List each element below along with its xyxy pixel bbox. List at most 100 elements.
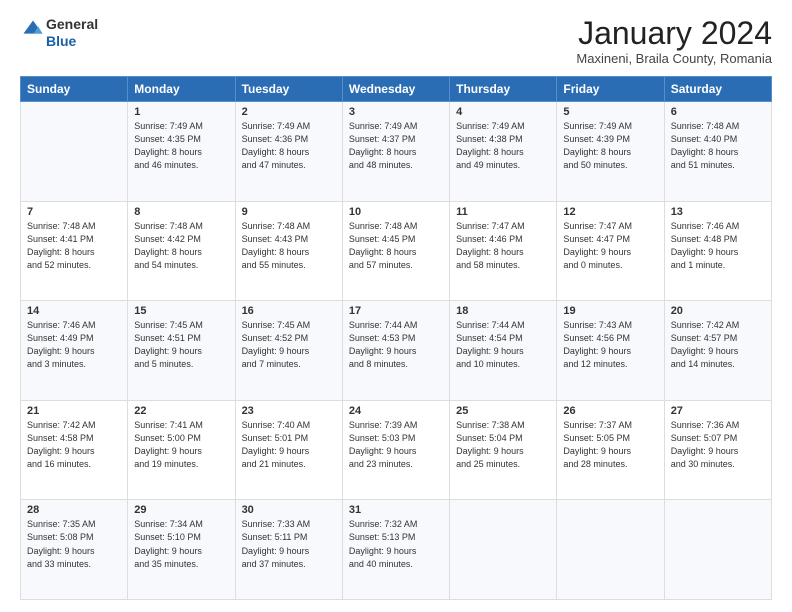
day-number: 12 [563, 206, 657, 218]
calendar-week-2: 7 Sunrise: 7:48 AM Sunset: 4:41 PM Daylig… [21, 201, 772, 301]
day-number: 14 [27, 305, 121, 317]
day-info: Sunrise: 7:48 AM Sunset: 4:45 PM Dayligh… [349, 220, 443, 272]
day-number: 5 [563, 106, 657, 118]
calendar-cell: 13 Sunrise: 7:46 AM Sunset: 4:48 PM Dayli… [664, 201, 771, 301]
day-number: 19 [563, 305, 657, 317]
day-info: Sunrise: 7:48 AM Sunset: 4:41 PM Dayligh… [27, 220, 121, 272]
calendar-cell: 18 Sunrise: 7:44 AM Sunset: 4:54 PM Dayli… [450, 301, 557, 401]
logo-general: General [46, 16, 98, 32]
calendar-cell: 8 Sunrise: 7:48 AM Sunset: 4:42 PM Daylig… [128, 201, 235, 301]
day-number: 15 [134, 305, 228, 317]
day-info: Sunrise: 7:49 AM Sunset: 4:36 PM Dayligh… [242, 120, 336, 172]
weekday-header-sunday: Sunday [21, 77, 128, 102]
calendar-cell: 17 Sunrise: 7:44 AM Sunset: 4:53 PM Dayli… [342, 301, 449, 401]
calendar-cell: 15 Sunrise: 7:45 AM Sunset: 4:51 PM Dayli… [128, 301, 235, 401]
day-info: Sunrise: 7:43 AM Sunset: 4:56 PM Dayligh… [563, 319, 657, 371]
day-number: 18 [456, 305, 550, 317]
day-number: 13 [671, 206, 765, 218]
day-number: 24 [349, 405, 443, 417]
day-info: Sunrise: 7:37 AM Sunset: 5:05 PM Dayligh… [563, 419, 657, 471]
day-info: Sunrise: 7:34 AM Sunset: 5:10 PM Dayligh… [134, 518, 228, 570]
day-info: Sunrise: 7:48 AM Sunset: 4:43 PM Dayligh… [242, 220, 336, 272]
calendar-cell: 4 Sunrise: 7:49 AM Sunset: 4:38 PM Daylig… [450, 102, 557, 202]
day-number: 21 [27, 405, 121, 417]
day-info: Sunrise: 7:47 AM Sunset: 4:47 PM Dayligh… [563, 220, 657, 272]
logo-icon [22, 19, 44, 41]
day-number: 9 [242, 206, 336, 218]
calendar-cell: 29 Sunrise: 7:34 AM Sunset: 5:10 PM Dayli… [128, 500, 235, 600]
day-number: 30 [242, 504, 336, 516]
day-info: Sunrise: 7:44 AM Sunset: 4:53 PM Dayligh… [349, 319, 443, 371]
calendar-cell: 25 Sunrise: 7:38 AM Sunset: 5:04 PM Dayli… [450, 400, 557, 500]
calendar-cell [21, 102, 128, 202]
day-info: Sunrise: 7:42 AM Sunset: 4:58 PM Dayligh… [27, 419, 121, 471]
day-number: 23 [242, 405, 336, 417]
weekday-header-thursday: Thursday [450, 77, 557, 102]
day-info: Sunrise: 7:32 AM Sunset: 5:13 PM Dayligh… [349, 518, 443, 570]
day-number: 6 [671, 106, 765, 118]
header: General Blue January 2024 Maxineni, Brai… [20, 16, 772, 66]
day-info: Sunrise: 7:46 AM Sunset: 4:49 PM Dayligh… [27, 319, 121, 371]
weekday-header-tuesday: Tuesday [235, 77, 342, 102]
day-info: Sunrise: 7:38 AM Sunset: 5:04 PM Dayligh… [456, 419, 550, 471]
day-number: 10 [349, 206, 443, 218]
calendar-cell: 5 Sunrise: 7:49 AM Sunset: 4:39 PM Daylig… [557, 102, 664, 202]
day-number: 7 [27, 206, 121, 218]
day-number: 31 [349, 504, 443, 516]
day-info: Sunrise: 7:35 AM Sunset: 5:08 PM Dayligh… [27, 518, 121, 570]
day-info: Sunrise: 7:40 AM Sunset: 5:01 PM Dayligh… [242, 419, 336, 471]
calendar-cell: 21 Sunrise: 7:42 AM Sunset: 4:58 PM Dayli… [21, 400, 128, 500]
day-info: Sunrise: 7:45 AM Sunset: 4:52 PM Dayligh… [242, 319, 336, 371]
calendar-cell: 1Sunrise: 7:49 AM Sunset: 4:35 PM Daylig… [128, 102, 235, 202]
logo-text: General Blue [46, 16, 98, 50]
day-info: Sunrise: 7:39 AM Sunset: 5:03 PM Dayligh… [349, 419, 443, 471]
day-info: Sunrise: 7:49 AM Sunset: 4:39 PM Dayligh… [563, 120, 657, 172]
day-info: Sunrise: 7:45 AM Sunset: 4:51 PM Dayligh… [134, 319, 228, 371]
calendar-cell: 27Sunrise: 7:36 AM Sunset: 5:07 PM Dayli… [664, 400, 771, 500]
day-number: 2 [242, 106, 336, 118]
calendar-cell: 16 Sunrise: 7:45 AM Sunset: 4:52 PM Dayli… [235, 301, 342, 401]
day-number: 4 [456, 106, 550, 118]
title-area: January 2024 Maxineni, Braila County, Ro… [576, 16, 772, 66]
day-info: Sunrise: 7:49 AM Sunset: 4:38 PM Dayligh… [456, 120, 550, 172]
day-number: 22 [134, 405, 228, 417]
calendar-week-4: 21 Sunrise: 7:42 AM Sunset: 4:58 PM Dayli… [21, 400, 772, 500]
weekday-header-row: SundayMondayTuesdayWednesdayThursdayFrid… [21, 77, 772, 102]
day-info: Sunrise: 7:44 AM Sunset: 4:54 PM Dayligh… [456, 319, 550, 371]
day-number: 8 [134, 206, 228, 218]
calendar-table: SundayMondayTuesdayWednesdayThursdayFrid… [20, 76, 772, 600]
page: General Blue January 2024 Maxineni, Brai… [0, 0, 792, 612]
weekday-header-monday: Monday [128, 77, 235, 102]
month-title: January 2024 [576, 16, 772, 51]
calendar-cell: 19 Sunrise: 7:43 AM Sunset: 4:56 PM Dayli… [557, 301, 664, 401]
calendar-cell: 24 Sunrise: 7:39 AM Sunset: 5:03 PM Dayli… [342, 400, 449, 500]
day-info: Sunrise: 7:46 AM Sunset: 4:48 PM Dayligh… [671, 220, 765, 272]
calendar-cell: 30Sunrise: 7:33 AM Sunset: 5:11 PM Dayli… [235, 500, 342, 600]
day-info: Sunrise: 7:49 AM Sunset: 4:35 PM Dayligh… [134, 120, 228, 172]
day-info: Sunrise: 7:47 AM Sunset: 4:46 PM Dayligh… [456, 220, 550, 272]
calendar-cell: 31 Sunrise: 7:32 AM Sunset: 5:13 PM Dayli… [342, 500, 449, 600]
day-number: 20 [671, 305, 765, 317]
calendar-cell: 28 Sunrise: 7:35 AM Sunset: 5:08 PM Dayli… [21, 500, 128, 600]
day-number: 26 [563, 405, 657, 417]
calendar-cell: 14 Sunrise: 7:46 AM Sunset: 4:49 PM Dayli… [21, 301, 128, 401]
day-number: 29 [134, 504, 228, 516]
calendar-cell [557, 500, 664, 600]
calendar-cell: 20 Sunrise: 7:42 AM Sunset: 4:57 PM Dayli… [664, 301, 771, 401]
day-info: Sunrise: 7:42 AM Sunset: 4:57 PM Dayligh… [671, 319, 765, 371]
day-number: 25 [456, 405, 550, 417]
location-subtitle: Maxineni, Braila County, Romania [576, 51, 772, 66]
day-number: 16 [242, 305, 336, 317]
calendar-cell: 3Sunrise: 7:49 AM Sunset: 4:37 PM Daylig… [342, 102, 449, 202]
calendar-cell: 11Sunrise: 7:47 AM Sunset: 4:46 PM Dayli… [450, 201, 557, 301]
day-info: Sunrise: 7:48 AM Sunset: 4:42 PM Dayligh… [134, 220, 228, 272]
day-number: 17 [349, 305, 443, 317]
day-info: Sunrise: 7:41 AM Sunset: 5:00 PM Dayligh… [134, 419, 228, 471]
weekday-header-wednesday: Wednesday [342, 77, 449, 102]
calendar-cell: 2 Sunrise: 7:49 AM Sunset: 4:36 PM Daylig… [235, 102, 342, 202]
calendar-week-3: 14 Sunrise: 7:46 AM Sunset: 4:49 PM Dayli… [21, 301, 772, 401]
calendar-cell [664, 500, 771, 600]
logo: General Blue [20, 16, 98, 50]
weekday-header-friday: Friday [557, 77, 664, 102]
day-number: 28 [27, 504, 121, 516]
